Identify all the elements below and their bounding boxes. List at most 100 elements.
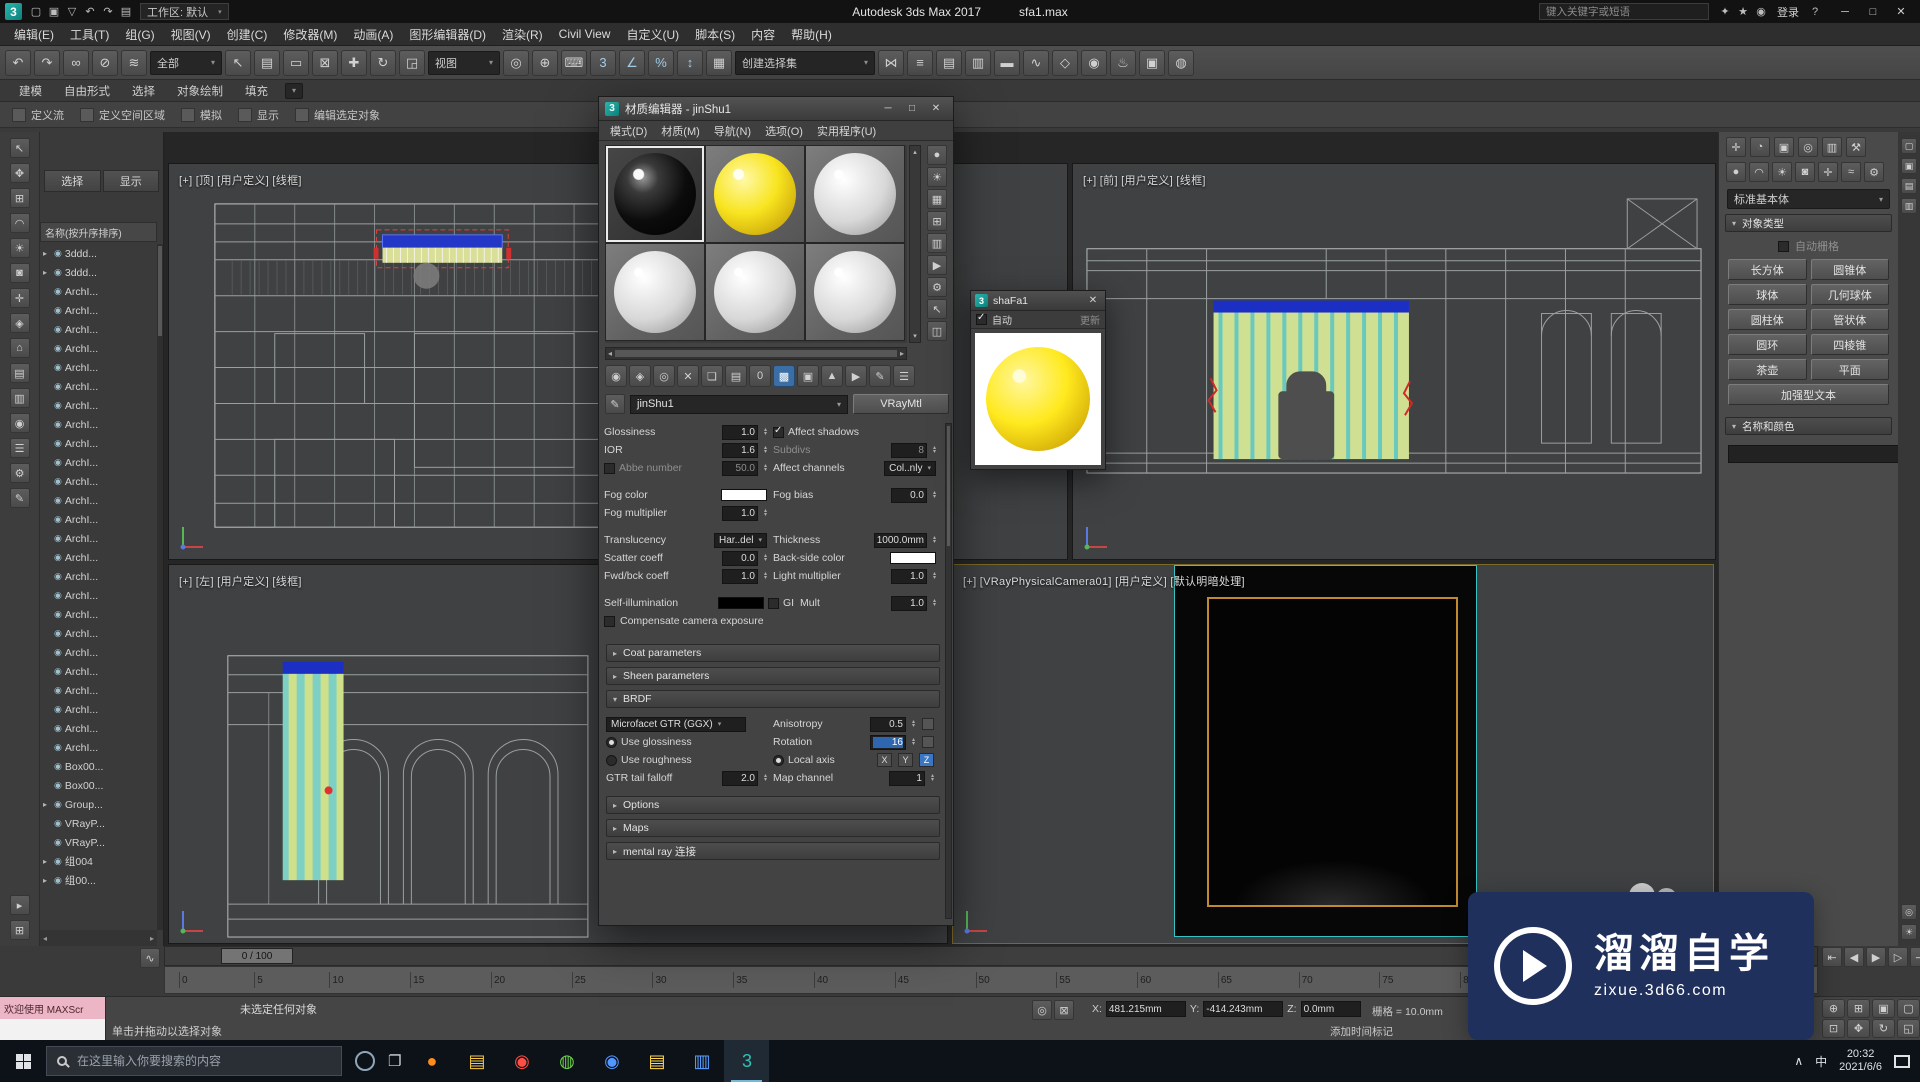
ime-indicator[interactable]: 中: [1815, 1053, 1827, 1070]
object-visibility-icon[interactable]: [54, 533, 62, 544]
ribbon-tab[interactable]: 自由形式: [53, 80, 121, 101]
rendered-frame-icon[interactable]: ▣: [1139, 50, 1165, 76]
selection-lock-icon[interactable]: ⊠: [1054, 1000, 1074, 1020]
fwd-bck-field[interactable]: 1.0: [722, 569, 758, 584]
rotation-map-button[interactable]: [922, 736, 934, 748]
previous-frame-icon[interactable]: ◀: [1844, 947, 1864, 967]
scene-explorer-item[interactable]: ArchI...: [40, 586, 157, 605]
spinner[interactable]: [764, 509, 767, 517]
scene-explorer-item[interactable]: ArchI...: [40, 662, 157, 681]
workspace-dropdown[interactable]: 工作区: 默认: [140, 3, 229, 20]
material-type-button[interactable]: VRayMtl: [853, 394, 949, 414]
pan-tool-icon[interactable]: ✥: [10, 163, 30, 183]
slots-horizontal-scrollbar[interactable]: ◂ ▸: [605, 347, 907, 360]
axis-y-button[interactable]: Y: [898, 753, 913, 767]
reset-map-icon[interactable]: ✕: [677, 365, 699, 387]
object-name-field[interactable]: [1728, 445, 1911, 463]
object-visibility-icon[interactable]: [54, 856, 62, 867]
redo-icon[interactable]: ↷: [34, 50, 60, 76]
scene-explorer-item[interactable]: ArchI...: [40, 719, 157, 738]
spinner[interactable]: [933, 599, 936, 607]
me-menu-item[interactable]: 选项(O): [758, 123, 810, 139]
menu-item[interactable]: 内容: [743, 23, 783, 45]
make-preview-icon[interactable]: ▶: [927, 255, 947, 275]
object-visibility-icon[interactable]: [54, 875, 62, 886]
glossiness-field[interactable]: 1.0: [722, 425, 758, 440]
scene-explorer-item[interactable]: ArchI...: [40, 339, 157, 358]
user-account-icon[interactable]: ◉: [1752, 3, 1770, 21]
scatter-coeff-field[interactable]: 0.0: [722, 551, 758, 566]
utilities-tab-icon[interactable]: ⚒: [1846, 137, 1866, 157]
primitive-button[interactable]: 平面: [1811, 359, 1890, 380]
sample-slot-yellow[interactable]: [705, 145, 805, 243]
show-map-in-viewport-icon[interactable]: ▩: [773, 365, 795, 387]
me-minimize-button[interactable]: ─: [877, 100, 899, 117]
menu-item[interactable]: 自定义(U): [618, 23, 687, 45]
curve-editor-icon[interactable]: ∿: [1023, 50, 1049, 76]
word-icon[interactable]: ▥: [679, 1040, 724, 1082]
scene-explorer-item[interactable]: ArchI...: [40, 624, 157, 643]
scrollbar-thumb[interactable]: [615, 350, 897, 357]
sort-by-type-icon[interactable]: ▥: [10, 388, 30, 408]
viewport-layout-tab-2-icon[interactable]: ▣: [1901, 158, 1917, 174]
scene-explorer-item[interactable]: ArchI...: [40, 377, 157, 396]
ribbon-state-dropdown[interactable]: ▾: [285, 83, 303, 99]
sample-slot-4[interactable]: [605, 243, 705, 341]
geometry-category-icon[interactable]: ●: [1726, 162, 1746, 182]
primitive-button[interactable]: 圆锥体: [1811, 259, 1890, 280]
sample-options-icon[interactable]: ☰: [893, 365, 915, 387]
undo-quick-icon[interactable]: ↶: [81, 3, 99, 21]
tray-chevron-icon[interactable]: ∧: [1794, 1054, 1803, 1068]
sort-header[interactable]: 名称(按升序排序): [40, 222, 157, 242]
menu-item[interactable]: 动画(A): [345, 23, 401, 45]
cameras-category-icon[interactable]: ◙: [1795, 162, 1815, 182]
put-to-scene-icon[interactable]: ◈: [629, 365, 651, 387]
get-material-icon[interactable]: ◉: [605, 365, 627, 387]
render-setup-icon[interactable]: ♨: [1110, 50, 1136, 76]
abbe-field[interactable]: 50.0: [722, 461, 758, 476]
render-close-button[interactable]: ✕: [1085, 295, 1101, 306]
firefox-icon[interactable]: ●: [409, 1040, 454, 1082]
expand-icon[interactable]: ▸: [43, 800, 51, 809]
update-button[interactable]: 更新: [1080, 312, 1100, 327]
scene-explorer-item[interactable]: ArchI...: [40, 282, 157, 301]
filter-shapes-icon[interactable]: ◠: [10, 213, 30, 233]
put-to-library-icon[interactable]: ▤: [725, 365, 747, 387]
filter-helpers-icon[interactable]: ✛: [10, 288, 30, 308]
align-icon[interactable]: ≡: [907, 50, 933, 76]
use-glossiness-radio[interactable]: [606, 737, 617, 748]
object-visibility-icon[interactable]: [54, 704, 62, 715]
viewport-layout-tab-1-icon[interactable]: ▢: [1901, 138, 1917, 154]
object-visibility-icon[interactable]: [54, 267, 62, 278]
zoom-region-icon[interactable]: ⊡: [1822, 1019, 1845, 1038]
scene-explorer-item[interactable]: ArchI...: [40, 510, 157, 529]
sample-slot-5[interactable]: [705, 243, 805, 341]
axis-z-button[interactable]: Z: [919, 753, 934, 767]
zoom-icon[interactable]: ⊕: [1822, 999, 1845, 1018]
object-visibility-icon[interactable]: [54, 609, 62, 620]
go-to-start-icon[interactable]: ⇤: [1822, 947, 1842, 967]
taskbar-search[interactable]: [46, 1046, 342, 1076]
primitive-button[interactable]: 球体: [1728, 284, 1807, 305]
scene-explorer-item[interactable]: ArchI...: [40, 738, 157, 757]
map-channel-field[interactable]: 1: [889, 771, 925, 786]
render-production-icon[interactable]: ◍: [1168, 50, 1194, 76]
viewport-layout-tab-4-icon[interactable]: ▥: [1901, 198, 1917, 214]
maximize-button[interactable]: □: [1859, 1, 1887, 22]
object-visibility-icon[interactable]: [54, 590, 62, 601]
show-end-result-icon[interactable]: ▣: [797, 365, 819, 387]
rollout-bar[interactable]: Maps: [606, 819, 940, 837]
pan-view-icon[interactable]: ✥: [1847, 1019, 1870, 1038]
scene-explorer-item[interactable]: ArchI...: [40, 643, 157, 662]
object-visibility-icon[interactable]: [54, 761, 62, 772]
rectangular-selection-icon[interactable]: ▭: [283, 50, 309, 76]
background-icon[interactable]: ▦: [927, 189, 947, 209]
snaps-toggle-icon[interactable]: 3: [590, 50, 616, 76]
spinner[interactable]: [764, 774, 767, 782]
gi-checkbox[interactable]: [768, 598, 779, 609]
primitive-category-dropdown[interactable]: 标准基本体: [1727, 189, 1890, 209]
rollout-bar[interactable]: Coat parameters: [606, 644, 940, 662]
object-visibility-icon[interactable]: [54, 324, 62, 335]
spinner[interactable]: [764, 554, 767, 562]
spinner[interactable]: [764, 572, 767, 580]
